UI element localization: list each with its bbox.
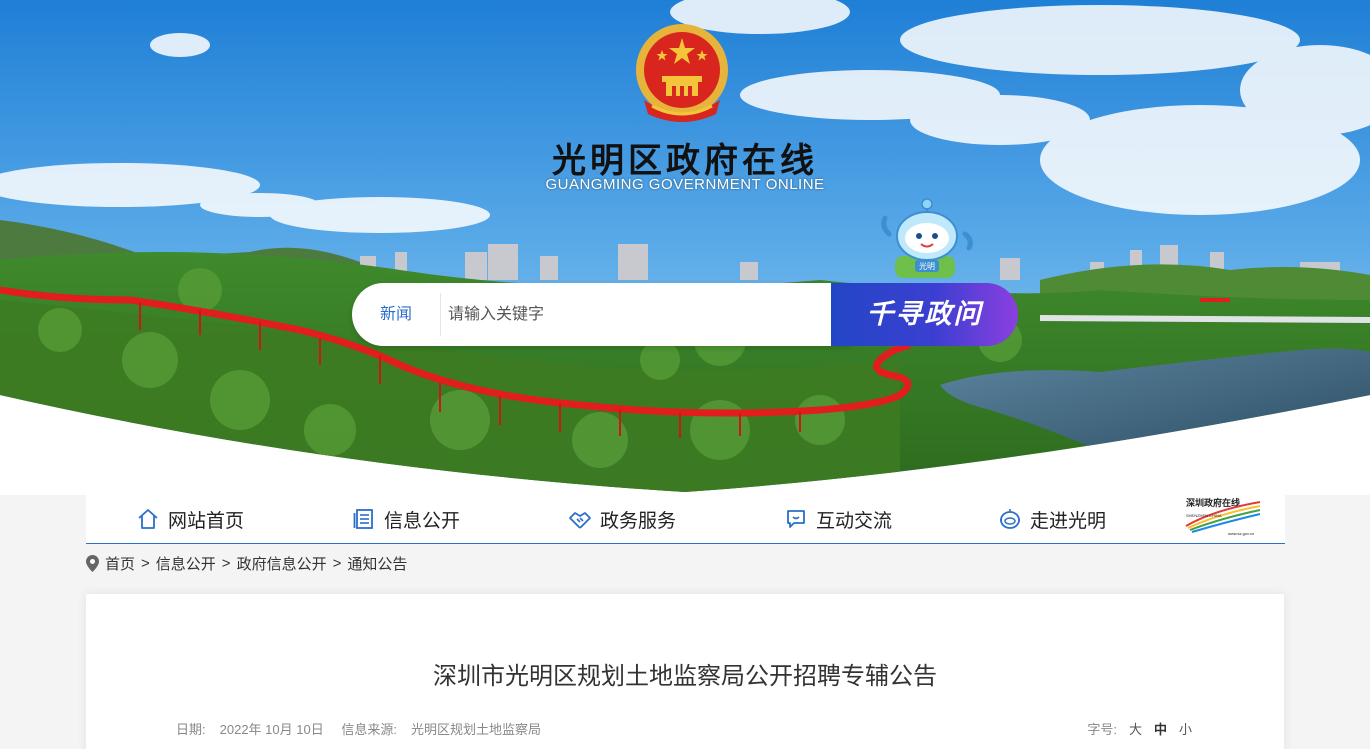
breadcrumb-separator: > [141,554,150,572]
home-icon [138,509,158,529]
robot-icon [1000,509,1020,529]
article-title: 深圳市光明区规划土地监察局公开招聘专辅公告 [433,663,937,690]
breadcrumb-info[interactable]: 信息公开 [156,553,216,574]
font-size-switcher: 字号: 大 中 小 [1087,719,1192,738]
breadcrumb-notices[interactable]: 通知公告 [347,553,407,574]
mascot-label: 光明 [919,261,935,271]
nav-label: 网站首页 [168,510,245,532]
breadcrumb-home[interactable]: 首页 [105,553,135,574]
shenzhen-government-logo[interactable]: 深圳政府在线 SHENZHEN CHINA www.sz.gov.cn [1184,496,1264,536]
font-size-large[interactable]: 大 [1129,719,1142,738]
nav-item-home[interactable]: 网站首页 [136,502,244,536]
nav-label: 互动交流 [816,510,893,532]
header-banner: 光明区政府在线 GUANGMING GOVERNMENT ONLINE 光明 新… [0,0,1370,495]
national-emblem-icon [636,24,728,122]
logo-sub: SHENZHEN CHINA [1186,513,1222,518]
search-category-select[interactable]: 新闻 [352,283,440,346]
source-label: 信息来源: [341,722,397,737]
site-title: 光明区政府在线 [552,141,818,181]
handshake-icon [569,512,591,529]
logo-url: www.sz.gov.cn [1228,531,1254,536]
mascot-icon: 光明 [881,198,973,278]
chat-icon [787,510,805,528]
nav-label: 政务服务 [600,510,677,532]
search-bar: 新闻 千寻政问 [352,283,1018,346]
document-icon [353,509,373,529]
site-subtitle: GUANGMING GOVERNMENT ONLINE [545,176,825,193]
location-pin-icon [86,554,99,572]
font-size-medium[interactable]: 中 [1154,719,1167,738]
font-size-label: 字号: [1087,722,1117,737]
breadcrumb-separator: > [332,554,342,572]
article-panel: 深圳市光明区规划土地监察局公开招聘专辅公告 日期: 2022年 10月 10日 信… [86,594,1284,749]
breadcrumb: 首页 > 信息公开 > 政府信息公开 > 通知公告 [86,552,407,574]
search-box: 新闻 [352,283,852,346]
search-divider [440,293,441,336]
search-button[interactable]: 千寻政问 [831,283,1018,346]
article-meta: 日期: 2022年 10月 10日 信息来源: 光明区规划土地监察局 [176,719,555,738]
date-label: 日期: [176,722,206,737]
nav-label: 信息公开 [384,510,461,532]
main-nav: 网站首页 信息公开 政务服务 互动交流 走进光明 深圳政府在线 SHENZHEN… [86,492,1285,544]
search-input[interactable] [448,295,828,335]
nav-item-info[interactable]: 信息公开 [352,502,460,536]
breadcrumb-separator: > [221,554,231,572]
article-date: 2022年 10月 10日 [219,722,324,737]
nav-item-about[interactable]: 走进光明 [998,502,1106,536]
article-source: 光明区规划土地监察局 [410,722,541,737]
font-size-small[interactable]: 小 [1179,719,1192,738]
breadcrumb-gov-info[interactable]: 政府信息公开 [237,553,327,574]
nav-label: 走进光明 [1030,510,1107,532]
nav-item-services[interactable]: 政务服务 [568,502,676,536]
nav-item-interact[interactable]: 互动交流 [784,502,892,536]
